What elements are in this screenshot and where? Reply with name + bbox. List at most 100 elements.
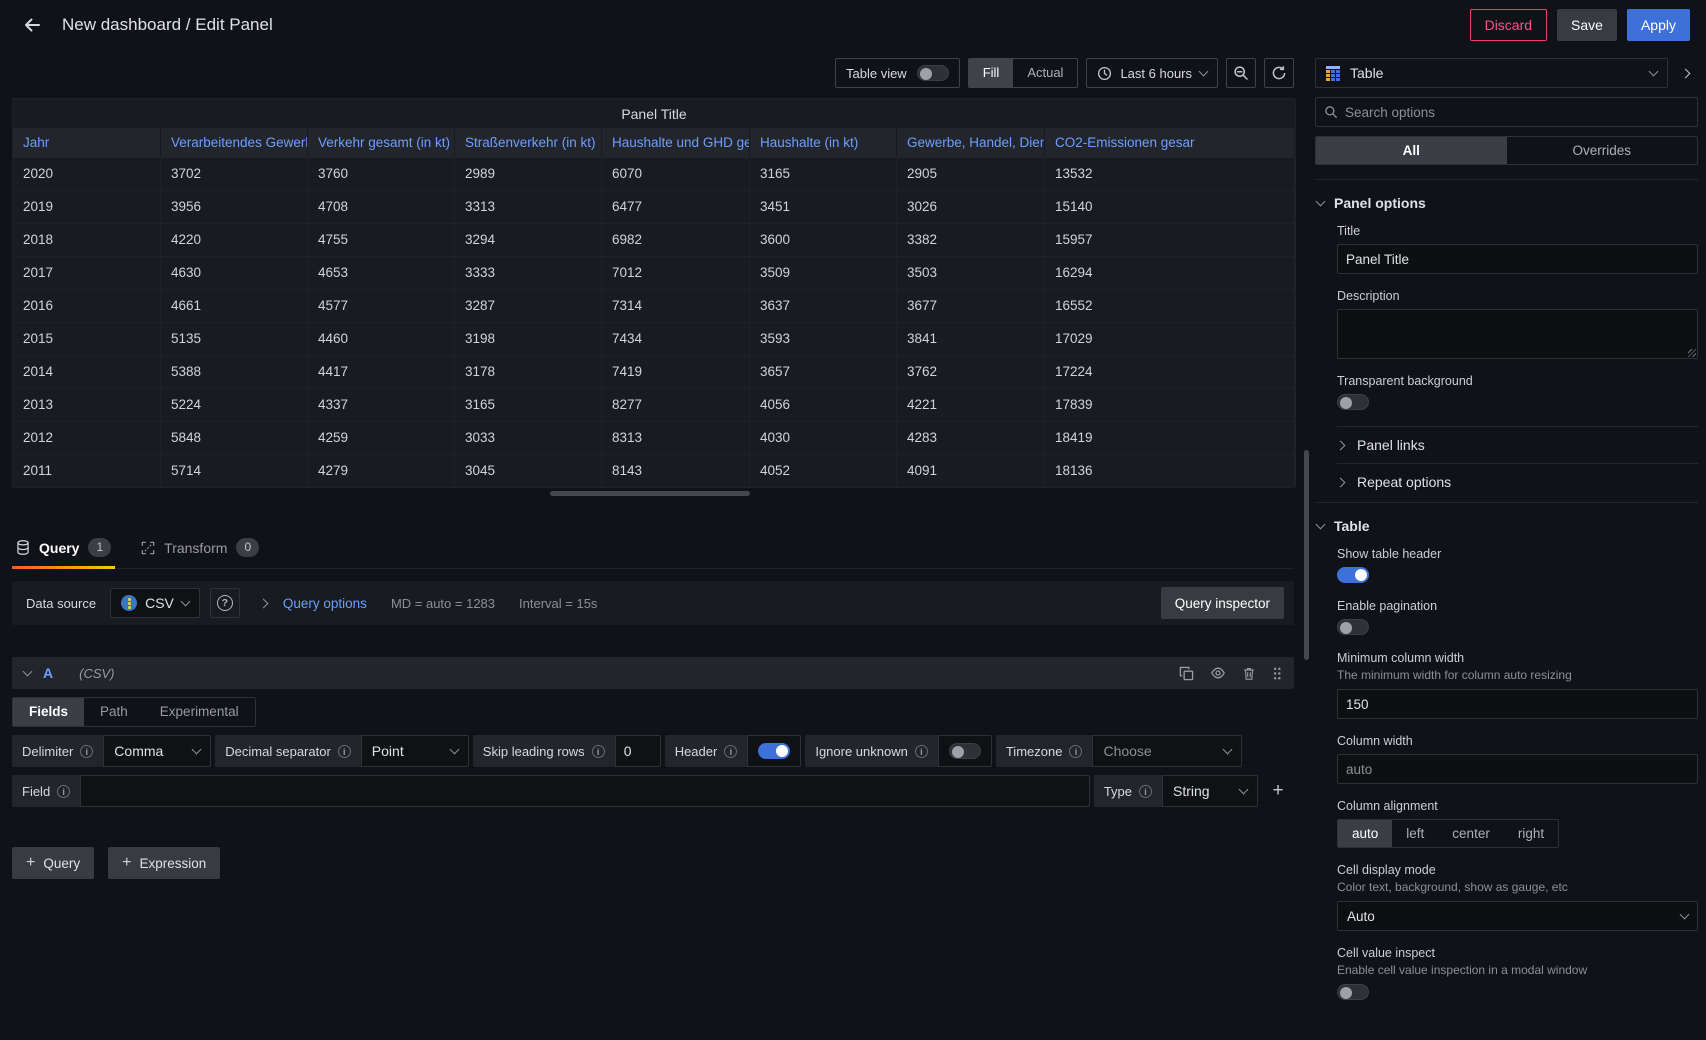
panel-options-section-header[interactable]: Panel options [1317,195,1698,211]
table-cell: 4708 [308,191,455,223]
table-header-cell[interactable]: CO2-Emissionen gesar [1045,128,1295,158]
header-toggle-wrap [747,735,801,767]
add-field-button[interactable]: + [1262,775,1294,807]
visualization-picker[interactable]: Table [1315,58,1668,88]
table-header-cell[interactable]: Haushalte und GHD ge [602,128,750,158]
tab-overrides[interactable]: Overrides [1507,137,1698,164]
timezone-label: Timezone i [996,735,1093,767]
column-width-input[interactable] [1337,754,1698,784]
delimiter-select[interactable]: Comma [103,735,211,767]
column-alignment-left[interactable]: left [1392,820,1438,847]
datasource-picker[interactable]: CSV [110,588,200,618]
table-cell: 3178 [455,356,602,388]
panel-links-section[interactable]: Panel links [1337,426,1698,463]
actual-option[interactable]: Actual [1013,59,1077,87]
info-icon[interactable]: i [57,785,70,798]
info-icon[interactable]: i [592,745,605,758]
info-icon[interactable]: i [724,745,737,758]
table-cell: 3026 [897,191,1045,223]
table-header-cell[interactable]: Haushalte (in kt) [750,128,897,158]
hide-query-eye-icon[interactable] [1210,665,1226,681]
duplicate-query-icon[interactable] [1179,666,1194,681]
tab-transform[interactable]: Transform 0 [137,538,263,568]
tab-query[interactable]: Query 1 [12,538,115,568]
field-name-input[interactable] [80,775,1090,807]
table-header-cell[interactable]: Verkehr gesamt (in kt) [308,128,455,158]
add-expression-button[interactable]: + Expression [108,847,220,879]
discard-button[interactable]: Discard [1470,9,1547,41]
back-arrow-icon[interactable] [16,9,48,41]
table-view-toggle[interactable] [917,65,949,81]
collapse-options-pane-button[interactable] [1672,58,1698,88]
editor-tab-path[interactable]: Path [84,698,144,726]
panel-toolbar: Table view Fill Actual Last 6 hours [0,50,1302,96]
info-icon[interactable]: i [1139,785,1152,798]
query-editor-header[interactable]: A (CSV) [12,657,1294,689]
description-textarea[interactable] [1337,309,1698,359]
cell-display-mode-select[interactable]: Auto [1337,901,1698,931]
table-header-cell[interactable]: Jahr [13,128,161,158]
refresh-button[interactable] [1264,58,1294,88]
info-icon[interactable]: i [338,745,351,758]
panel-title: Panel Title [13,99,1295,128]
query-options-link[interactable]: Query options [283,596,367,611]
table-cell: 4220 [161,224,308,256]
transform-count-badge: 0 [236,538,259,557]
table-cell: 17029 [1045,323,1295,355]
table-cell: 6477 [602,191,750,223]
header-toggle[interactable] [758,743,790,759]
panel-title-input[interactable] [1337,244,1698,274]
table-cell: 3287 [455,290,602,322]
query-inspector-button[interactable]: Query inspector [1161,587,1284,619]
ignore-unknown-toggle[interactable] [949,743,981,759]
help-icon: ? [217,595,233,611]
search-options-input[interactable] [1345,105,1689,120]
drag-handle-icon[interactable] [1272,666,1282,681]
save-button[interactable]: Save [1557,9,1617,41]
info-icon[interactable]: i [1069,745,1082,758]
table-section-header[interactable]: Table [1317,518,1698,534]
table-header-cell[interactable]: Gewerbe, Handel, Dien [897,128,1045,158]
table-cell: 4460 [308,323,455,355]
fill-option[interactable]: Fill [969,59,1014,87]
show-table-header-toggle[interactable] [1337,567,1369,583]
editor-tab-fields[interactable]: Fields [13,698,84,726]
table-cell: 4030 [750,422,897,454]
apply-button[interactable]: Apply [1627,9,1690,41]
enable-pagination-toggle[interactable] [1337,619,1369,635]
column-alignment-auto[interactable]: auto [1338,820,1392,847]
datasource-bar: Data source CSV ? Query options MD = aut… [12,581,1294,625]
table-cell: 6070 [602,158,750,190]
datasource-help-button[interactable]: ? [210,588,240,618]
column-alignment-center[interactable]: center [1438,820,1504,847]
delete-query-trash-icon[interactable] [1242,666,1256,681]
decimal-separator-select[interactable]: Point [361,735,469,767]
column-alignment-right[interactable]: right [1504,820,1558,847]
table-cell: 2016 [13,290,161,322]
table-cell: 4052 [750,455,897,487]
table-h-scrollbar[interactable] [550,491,750,496]
type-select[interactable]: String [1162,775,1258,807]
add-query-button[interactable]: + Query [12,847,94,879]
time-range-picker[interactable]: Last 6 hours [1086,58,1218,88]
zoom-out-button[interactable] [1226,58,1256,88]
table-header-cell[interactable]: Straßenverkehr (in kt) [455,128,602,158]
cell-value-inspect-toggle[interactable] [1337,984,1369,1000]
tab-all[interactable]: All [1316,137,1507,164]
table-cell: 5224 [161,389,308,421]
min-column-width-input[interactable] [1337,689,1698,719]
table-header-cell[interactable]: Verarbeitendes Gewerl [161,128,308,158]
table-cell: 7419 [602,356,750,388]
resize-handle[interactable] [1688,349,1696,357]
table-cell: 3841 [897,323,1045,355]
editor-tab-experimental[interactable]: Experimental [144,698,255,726]
skip-rows-input[interactable] [615,735,661,767]
sidebar-scrollbar-thumb[interactable] [1304,450,1309,660]
chevron-right-icon [1680,68,1690,78]
transparent-bg-toggle[interactable] [1337,394,1369,410]
timezone-select[interactable]: Choose [1092,735,1242,767]
collapse-chevron-icon[interactable] [23,667,33,677]
info-icon[interactable]: i [80,745,93,758]
repeat-options-section[interactable]: Repeat options [1337,463,1698,500]
info-icon[interactable]: i [915,745,928,758]
